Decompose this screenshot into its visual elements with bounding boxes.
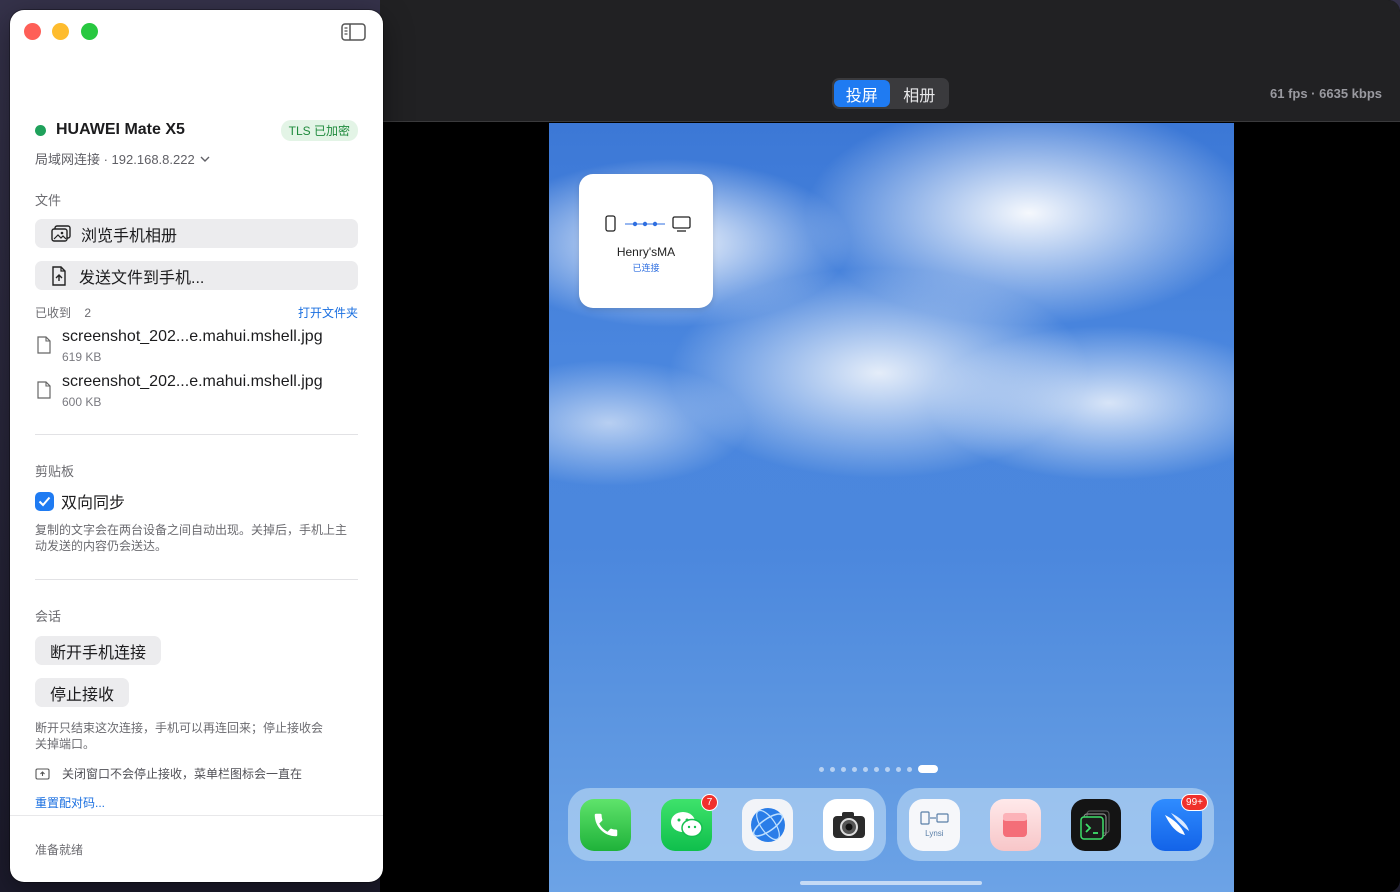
page-indicator: [819, 765, 938, 773]
red-box-app-icon[interactable]: [989, 798, 1041, 851]
tls-badge: TLS 已加密: [280, 120, 358, 141]
close-window-button[interactable]: [24, 23, 41, 40]
menubar-tray-icon: [35, 767, 50, 780]
phone-app-icon[interactable]: [580, 798, 631, 851]
phone-to-monitor-icon: [605, 215, 691, 232]
received-label: 已收到: [35, 306, 72, 320]
widget-status: 已连接: [632, 263, 660, 273]
sync-label: 双向同步: [61, 495, 126, 512]
two-way-sync-toggle[interactable]: 双向同步: [35, 489, 125, 513]
globe-icon: [750, 807, 785, 842]
phone-screen[interactable]: Henry'sMA 已连接 7 Lynsi 99+: [549, 123, 1234, 892]
page-dot[interactable]: [841, 766, 846, 772]
tab-mirror[interactable]: 投屏: [834, 80, 890, 107]
file-icon: [37, 336, 51, 354]
send-file-button[interactable]: 发送文件到手机...: [35, 261, 358, 290]
window-note-text: 关闭窗口不会停止接收，菜单栏图标会一直在: [62, 767, 303, 781]
reset-pairing-link[interactable]: 重置配对码...: [35, 794, 105, 811]
received-count: 2: [84, 306, 92, 320]
page-dot[interactable]: [918, 765, 938, 773]
browse-album-label: 浏览手机相册: [81, 227, 178, 245]
files-section-title: 文件: [35, 193, 62, 208]
checkmark-icon: [38, 496, 51, 506]
file-size: 619 KB: [62, 350, 102, 364]
chevron-down-icon: [200, 156, 210, 162]
wechat-app-icon[interactable]: 7: [661, 793, 718, 851]
page-dot[interactable]: [863, 766, 868, 772]
box-icon: [1003, 812, 1028, 837]
view-segmented-control: 投屏 相册: [832, 78, 949, 109]
session-help-text: 断开只结束这次连接，手机可以再连回来；停止接收会关掉端口。: [35, 721, 324, 751]
zoom-window-button[interactable]: [81, 23, 98, 40]
sync-checkbox[interactable]: [35, 491, 54, 511]
wechat-badge: 7: [701, 793, 718, 811]
tab-album[interactable]: 相册: [892, 80, 948, 107]
divider: [35, 434, 358, 435]
stream-stats: 61 fps · 6635 kbps: [1270, 86, 1382, 101]
divider: [35, 579, 358, 580]
lynsi-logo-icon: [920, 811, 949, 825]
footer-divider: [10, 815, 383, 816]
received-row: 已收到 2 打开文件夹: [35, 304, 358, 321]
widget-device-name: Henry'sMA: [616, 245, 676, 259]
connection-selector[interactable]: 局域网连接 · 192.168.8.222: [35, 149, 211, 168]
page-dot[interactable]: [819, 766, 824, 772]
stop-receive-button[interactable]: 停止接收: [35, 678, 130, 707]
bird-icon: [1164, 812, 1189, 835]
feishu-badge: 99+: [1181, 793, 1208, 811]
phone-handset-icon: [594, 813, 617, 836]
photo-library-icon: [51, 224, 71, 244]
connected-status-dot: [35, 125, 46, 136]
sync-help-text: 复制的文字会在两台设备之间自动出现。关掉后，手机上主动发送的内容仍会送达。: [35, 523, 348, 553]
home-indicator[interactable]: [800, 881, 982, 885]
connection-info: 局域网连接 · 192.168.8.222: [35, 152, 195, 167]
file-size: 600 KB: [62, 395, 102, 409]
received-file-item[interactable]: screenshot_202...e.mahui.mshell.jpg 600 …: [35, 373, 358, 413]
clipboard-section-title: 剪贴板: [35, 464, 75, 479]
file-name: screenshot_202...e.mahui.mshell.jpg: [62, 373, 323, 390]
desktop: 投屏 相册 61 fps · 6635 kbps Henry'sMA 已连接 7…: [0, 0, 1400, 892]
sidebar-toggle-icon[interactable]: [341, 22, 366, 42]
file-icon: [37, 381, 51, 399]
wechat-bubbles-icon: [670, 811, 703, 837]
lynsi-app-icon[interactable]: Lynsi: [909, 798, 960, 851]
minimize-window-button[interactable]: [52, 23, 69, 40]
document-upload-icon: [49, 265, 69, 286]
dock-left: 7: [568, 788, 886, 861]
device-header: HUAWEI Mate X5 TLS 已加密: [35, 120, 358, 142]
open-folder-link[interactable]: 打开文件夹: [298, 304, 358, 321]
page-dot[interactable]: [907, 766, 912, 772]
browser-app-icon[interactable]: [742, 798, 793, 851]
received-file-item[interactable]: screenshot_202...e.mahui.mshell.jpg 619 …: [35, 328, 358, 368]
camera-app-icon[interactable]: [823, 798, 874, 851]
connection-widget[interactable]: Henry'sMA 已连接: [579, 174, 713, 308]
terminal-app-icon[interactable]: [1070, 798, 1122, 851]
session-section-title: 会话: [35, 609, 62, 624]
mirror-toolbar: 投屏 相册 61 fps · 6635 kbps: [380, 0, 1400, 122]
window-note: 关闭窗口不会停止接收，菜单栏图标会一直在: [35, 765, 302, 782]
page-dot[interactable]: [852, 766, 857, 772]
page-dot[interactable]: [896, 766, 901, 772]
dock-right: Lynsi 99+: [897, 788, 1214, 861]
mirror-window: 投屏 相册 61 fps · 6635 kbps Henry'sMA 已连接 7…: [380, 0, 1400, 892]
device-name: HUAWEI Mate X5: [56, 121, 185, 138]
feishu-app-icon[interactable]: 99+: [1151, 793, 1208, 851]
page-dot[interactable]: [885, 766, 890, 772]
camera-icon: [832, 811, 865, 838]
page-dot[interactable]: [830, 766, 835, 772]
disconnect-phone-button[interactable]: 断开手机连接: [35, 636, 162, 665]
browse-album-button[interactable]: 浏览手机相册: [35, 219, 358, 248]
file-name: screenshot_202...e.mahui.mshell.jpg: [62, 328, 323, 345]
status-bar-text: 准备就绪: [35, 843, 84, 857]
terminal-icon: [1080, 809, 1110, 840]
lynsi-label: Lynsi: [925, 829, 944, 838]
send-file-label: 发送文件到手机...: [79, 269, 205, 287]
page-dot[interactable]: [874, 766, 879, 772]
control-panel: HUAWEI Mate X5 TLS 已加密 局域网连接 · 192.168.8…: [10, 10, 383, 882]
